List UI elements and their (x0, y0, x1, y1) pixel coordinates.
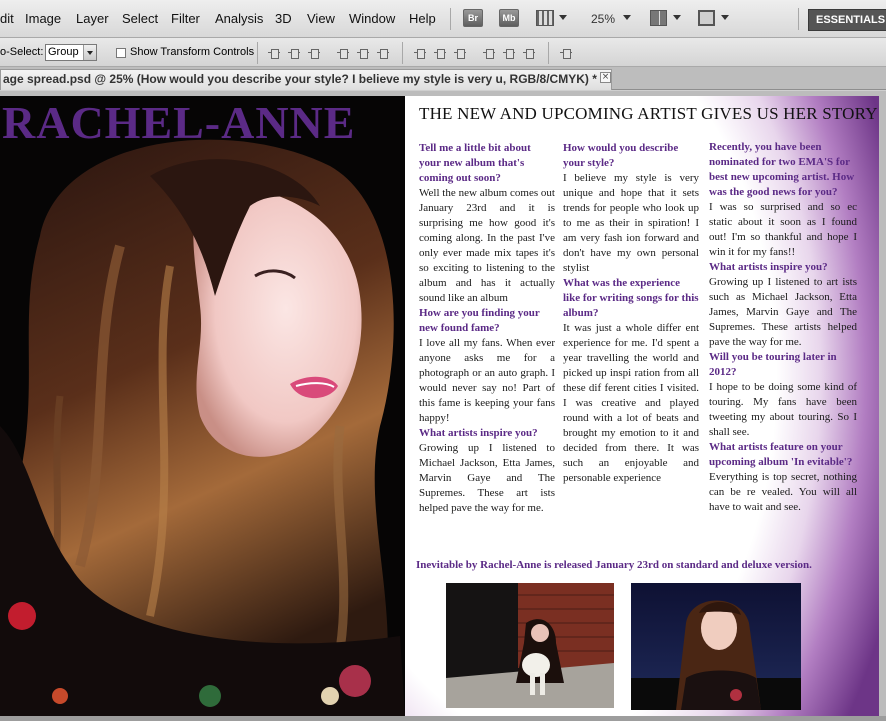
interview-answer: Growing up I listened to Michael Jackson… (419, 442, 555, 514)
interview-answer: It was just a whole differ ent experienc… (563, 322, 699, 484)
interview-answer: Growing up I listened to art ists such a… (709, 276, 857, 348)
chevron-down-icon[interactable] (673, 15, 681, 20)
options-bar: o-Select: Group Show Transform Controls (0, 38, 886, 67)
mini-bridge-button[interactable]: Mb (499, 9, 519, 27)
options-separator (402, 42, 403, 64)
align-horizontal-center-icon[interactable] (356, 47, 370, 59)
options-separator (548, 42, 549, 64)
menu-separator (450, 8, 451, 30)
menu-separator (798, 8, 799, 30)
photo-with-dog (446, 583, 614, 708)
auto-select-value: Group (48, 46, 79, 58)
interview-question: What was the experience like for writing… (563, 277, 699, 319)
menu-3d[interactable]: 3D (275, 11, 292, 26)
document-tab-title: age spread.psd @ 25% (How would you desc… (3, 72, 597, 86)
article-headline: THE NEW AND UPCOMING ARTIST GIVES US HER… (419, 104, 878, 123)
interview-answer: Everything is top secret, nothing can be… (709, 471, 857, 513)
menu-select[interactable]: Select (122, 11, 158, 26)
thumbnail-illustration (631, 583, 801, 710)
arrange-documents-icon[interactable] (650, 10, 667, 26)
screen-mode-icon[interactable] (698, 10, 715, 26)
bridge-button[interactable]: Br (463, 9, 483, 27)
menu-help[interactable]: Help (409, 11, 436, 26)
align-left-icon[interactable] (336, 47, 350, 59)
article-column-3: Recently, you have been nominated for tw… (709, 140, 857, 515)
menu-view[interactable]: View (307, 11, 335, 26)
align-vertical-center-icon[interactable] (287, 47, 301, 59)
interview-question: What artists inspire you? (419, 427, 538, 439)
dropdown-arrow-icon[interactable] (83, 45, 96, 60)
release-note: Inevitable by Rachel-Anne is released Ja… (416, 559, 812, 571)
align-top-icon[interactable] (267, 47, 281, 59)
cover-photo: RACHEL-ANNE (0, 96, 405, 716)
show-transform-label: Show Transform Controls (130, 46, 255, 58)
thumbnail-illustration (446, 583, 614, 708)
interview-answer: I believe my style is very unique and ho… (563, 172, 699, 274)
interview-question: How would you describe your style? (563, 142, 679, 169)
article-column-1: Tell me a little bit about your new albu… (419, 141, 555, 516)
distribute-top-icon[interactable] (413, 47, 427, 59)
canvas-workspace[interactable]: RACHEL-ANNE THE NEW AND UPCOMING ARTIST … (0, 91, 886, 721)
menu-layer[interactable]: Layer (76, 11, 109, 26)
portrait-illustration (0, 96, 405, 716)
distribute-left-icon[interactable] (482, 47, 496, 59)
menu-filter[interactable]: Filter (171, 11, 200, 26)
interview-answer: I hope to be doing some kind of touring.… (709, 381, 857, 438)
menu-bar: dit Image Layer Select Filter Analysis 3… (0, 0, 886, 38)
interview-answer: I was so surprised and so ec static abou… (709, 201, 857, 258)
options-separator (257, 42, 258, 64)
interview-question: Recently, you have been nominated for tw… (709, 141, 855, 198)
auto-select-dropdown[interactable]: Group (45, 44, 97, 61)
masthead-title: RACHEL-ANNE (2, 97, 356, 148)
interview-answer: Well the new album comes out January 23r… (419, 187, 555, 304)
document-tab[interactable]: age spread.psd @ 25% (How would you desc… (0, 69, 612, 90)
interview-question: What artists inspire you? (709, 261, 828, 273)
interview-question: Will you be touring later in 2012? (709, 351, 837, 378)
auto-select-label: o-Select: (0, 46, 44, 58)
auto-align-layers-icon[interactable] (559, 47, 573, 59)
interview-question: Tell me a little bit about your new albu… (419, 142, 531, 184)
zoom-level[interactable]: 25% (591, 12, 615, 26)
chevron-down-icon[interactable] (721, 15, 729, 20)
interview-question: How are you finding your new found fame? (419, 307, 540, 334)
distribute-vertical-center-icon[interactable] (433, 47, 447, 59)
view-extras-icon[interactable] (536, 10, 554, 26)
align-bottom-icon[interactable] (307, 47, 321, 59)
chevron-down-icon[interactable] (559, 15, 567, 20)
document-tab-bar: age spread.psd @ 25% (How would you desc… (0, 67, 886, 90)
distribute-bottom-icon[interactable] (453, 47, 467, 59)
show-transform-checkbox[interactable] (116, 48, 126, 58)
distribute-right-icon[interactable] (522, 47, 536, 59)
magazine-spread[interactable]: RACHEL-ANNE THE NEW AND UPCOMING ARTIST … (0, 96, 879, 716)
menu-window[interactable]: Window (349, 11, 395, 26)
canvas-horizontal-scrollbar[interactable] (0, 716, 886, 721)
article-page: THE NEW AND UPCOMING ARTIST GIVES US HER… (405, 96, 879, 716)
photo-portrait-dusk (631, 583, 801, 710)
chevron-down-icon[interactable] (623, 15, 631, 20)
distribute-horizontal-center-icon[interactable] (502, 47, 516, 59)
menu-analysis[interactable]: Analysis (215, 11, 263, 26)
interview-answer: I love all my fans. When ever anyone ask… (419, 337, 555, 424)
interview-question: What artists feature on your upcoming al… (709, 441, 853, 468)
article-column-2: How would you describe your style? I bel… (563, 141, 699, 486)
close-icon[interactable]: × (600, 72, 611, 83)
menu-image[interactable]: Image (25, 11, 61, 26)
menu-edit[interactable]: dit (0, 11, 14, 26)
align-right-icon[interactable] (376, 47, 390, 59)
workspace-essentials-button[interactable]: ESSENTIALS (808, 9, 886, 31)
